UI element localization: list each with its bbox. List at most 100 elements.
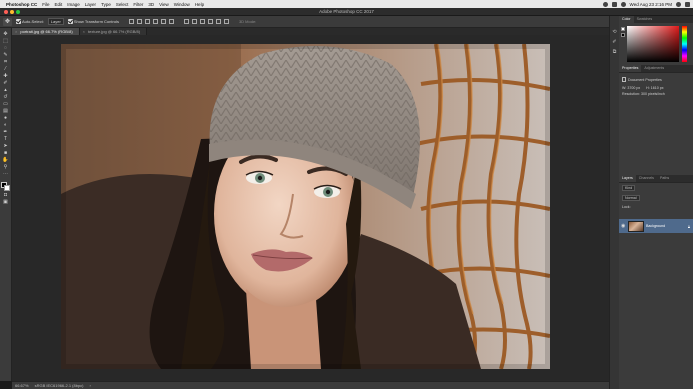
menu-image[interactable]: Image — [67, 2, 80, 7]
checkbox-checked-icon — [67, 19, 73, 24]
distribute-center-icon[interactable] — [215, 19, 221, 24]
path-selection-tool-icon[interactable]: ➤ — [2, 144, 9, 149]
quick-select-tool-icon[interactable]: ✎ — [2, 53, 9, 58]
background-color-swatch[interactable] — [4, 185, 10, 191]
document-tab-portrait[interactable]: × portrait.jpg @ 66.7% (RGB/8) — [12, 28, 80, 35]
layer-kind-filter[interactable]: Kind — [622, 185, 636, 191]
menu-layer[interactable]: Layer — [85, 2, 96, 7]
align-middle-icon[interactable] — [136, 19, 142, 24]
eraser-tool-icon[interactable]: ▭ — [2, 102, 9, 107]
type-tool-icon[interactable]: T — [2, 137, 9, 142]
blend-mode-row: Normal — [619, 193, 693, 203]
document-info[interactable]: sRGB IEC61966-2.1 (8bpc) — [35, 383, 84, 388]
blur-tool-icon[interactable]: ● — [2, 116, 9, 121]
zoom-level[interactable]: 66.67% — [15, 383, 29, 388]
menu-filter[interactable]: Filter — [133, 2, 143, 7]
clone-source-icon[interactable]: ⧉ — [612, 50, 618, 55]
history-brush-tool-icon[interactable]: ↺ — [2, 95, 9, 100]
3d-mode-label: 3D Mode: — [238, 19, 257, 24]
layers-panel-tabs: Layers Channels Paths — [619, 175, 693, 182]
align-top-icon[interactable] — [128, 19, 134, 24]
close-tab-icon[interactable]: × — [15, 28, 17, 35]
tab-properties[interactable]: Properties — [619, 65, 642, 72]
tools-panel: ✥ ⬚ ◌ ✎ ⌗ ⁄ ✚ ✐ ▴ ↺ ▭ ▤ ● ◐ ✒ T ➤ ■ ✋ ⚲ … — [0, 28, 12, 381]
tab-channels[interactable]: Channels — [636, 175, 657, 182]
menu-file[interactable]: File — [42, 2, 49, 7]
shape-tool-icon[interactable]: ■ — [2, 151, 9, 156]
color-swatches[interactable] — [1, 182, 10, 191]
distribute-top-icon[interactable] — [183, 19, 189, 24]
blend-mode-dropdown[interactable]: Normal — [622, 195, 640, 201]
align-center-icon[interactable] — [160, 19, 166, 24]
portrait-photo — [61, 44, 550, 369]
align-right-icon[interactable] — [168, 19, 174, 24]
align-bottom-icon[interactable] — [144, 19, 150, 24]
visibility-eye-icon[interactable]: ◉ — [621, 223, 626, 229]
menu-select[interactable]: Select — [116, 2, 129, 7]
show-transform-controls-checkbox[interactable]: Show Transform Controls — [67, 19, 119, 24]
history-panel-icon[interactable]: ⟲ — [612, 30, 618, 35]
layer-name[interactable]: Background — [646, 224, 665, 228]
hand-tool-icon[interactable]: ✋ — [2, 158, 9, 163]
zoom-tool-icon[interactable]: ⚲ — [2, 165, 9, 170]
tab-adjustments[interactable]: Adjustments — [641, 65, 667, 72]
volume-icon[interactable] — [620, 1, 626, 7]
document-tab-texture[interactable]: × texture.jpg @ 66.7% (RGB/8) — [79, 28, 148, 35]
menu-3d[interactable]: 3D — [148, 2, 154, 7]
canvas-width-value[interactable]: W: 3700 px — [622, 86, 640, 90]
pen-tool-icon[interactable]: ✒ — [2, 130, 9, 135]
menu-type[interactable]: Type — [101, 2, 111, 7]
menu-view[interactable]: View — [159, 2, 169, 7]
menu-app-name[interactable]: Photoshop CC — [6, 2, 37, 7]
foreground-mini-swatch[interactable] — [621, 27, 625, 31]
move-tool-preset-icon[interactable]: ✥ — [3, 17, 12, 26]
lasso-tool-icon[interactable]: ◌ — [2, 46, 9, 51]
close-tab-icon[interactable]: × — [83, 28, 85, 35]
menu-edit[interactable]: Edit — [55, 2, 63, 7]
distribute-right-icon[interactable] — [223, 19, 229, 24]
gradient-tool-icon[interactable]: ▤ — [2, 109, 9, 114]
move-tool-icon[interactable]: ✥ — [2, 32, 9, 37]
distribute-middle-icon[interactable] — [191, 19, 197, 24]
battery-icon[interactable] — [611, 1, 617, 7]
tab-layers[interactable]: Layers — [619, 175, 636, 182]
eyedropper-tool-icon[interactable]: ⁄ — [2, 67, 9, 72]
screen-mode-icon[interactable]: ▣ — [2, 200, 9, 205]
distribute-bottom-icon[interactable] — [199, 19, 205, 24]
hue-slider[interactable] — [682, 26, 687, 62]
brush-tool-icon[interactable]: ✐ — [2, 81, 9, 86]
healing-brush-tool-icon[interactable]: ✚ — [2, 74, 9, 79]
tab-paths[interactable]: Paths — [657, 175, 672, 182]
spotlight-icon[interactable] — [676, 1, 681, 7]
auto-select-checkbox[interactable]: Auto-Select: — [16, 19, 44, 24]
distribute-buttons — [183, 19, 229, 24]
color-picker-field[interactable] — [627, 26, 679, 62]
notification-center-icon[interactable] — [685, 1, 690, 7]
clock-text[interactable]: Wed Aug 23 2:16 PM — [630, 2, 672, 7]
menu-window[interactable]: Window — [174, 2, 190, 7]
options-bar: ✥ Auto-Select: Layer Show Transform Cont… — [0, 16, 693, 28]
clone-stamp-tool-icon[interactable]: ▴ — [2, 88, 9, 93]
window-title-bar: Adobe Photoshop CC 2017 — [0, 8, 693, 16]
lock-icon[interactable]: 🔒︎ — [688, 224, 690, 229]
tab-swatches[interactable]: Swatches — [634, 16, 656, 23]
more-tools-icon[interactable]: ⋯ — [2, 172, 9, 177]
tab-color[interactable]: Color — [619, 16, 634, 23]
distribute-left-icon[interactable] — [207, 19, 213, 24]
canvas-area[interactable] — [12, 35, 609, 381]
background-mini-swatch[interactable] — [621, 33, 625, 37]
align-left-icon[interactable] — [152, 19, 158, 24]
document-image[interactable] — [61, 44, 550, 369]
dodge-tool-icon[interactable]: ◐ — [2, 123, 9, 128]
canvas-height-value[interactable]: H: 1610 px — [646, 86, 663, 90]
wifi-icon[interactable] — [602, 1, 608, 7]
layer-row-background[interactable]: ◉ Background 🔒︎ — [619, 219, 693, 233]
status-menu-icon[interactable]: › — [90, 383, 91, 388]
auto-select-dropdown[interactable]: Layer — [47, 18, 64, 25]
marquee-tool-icon[interactable]: ⬚ — [2, 39, 9, 44]
crop-tool-icon[interactable]: ⌗ — [2, 60, 9, 65]
brush-panel-icon[interactable]: ✐ — [612, 40, 618, 45]
lock-label: Lock: — [622, 205, 631, 209]
quick-mask-icon[interactable]: ◘ — [2, 193, 9, 198]
menu-help[interactable]: Help — [195, 2, 204, 7]
